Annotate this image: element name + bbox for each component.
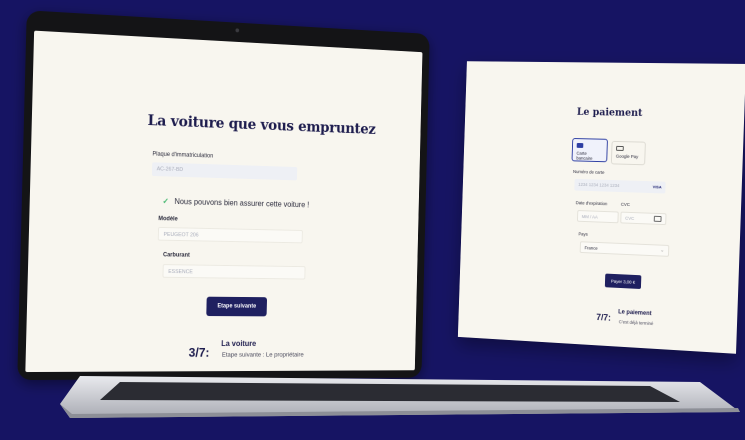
payment-step-sub: C'est déjà terminé — [618, 319, 654, 327]
payment-title: Le paiement — [576, 107, 643, 119]
expiry-input[interactable]: MM / AA — [576, 210, 619, 224]
tab-google-pay-label: Google Pay — [615, 153, 639, 160]
card-number-input[interactable]: 1234 1234 1234 1234 VISA — [574, 178, 666, 194]
card-number-label: Numéro de carte — [572, 169, 605, 175]
model-label: Modèle — [158, 216, 178, 223]
insurance-confirmation-text: Nous pouvons bien assurer cette voiture … — [174, 197, 310, 210]
card-number-placeholder: 1234 1234 1234 1234 — [578, 181, 620, 189]
fuel-label: Carburant — [162, 252, 190, 259]
google-pay-icon — [616, 145, 624, 151]
step-title: La voiture — [221, 339, 257, 348]
step-counter: 3/7: — [188, 345, 210, 360]
payment-step-title: Le paiement — [618, 309, 652, 318]
check-icon: ✓ — [162, 196, 169, 206]
fuel-input[interactable]: ESSENCE — [162, 264, 306, 280]
insurance-confirmation: ✓ Nous pouvons bien assurer cette voiture… — [162, 197, 309, 209]
next-step-button[interactable]: Etape suivante — [206, 296, 268, 317]
payment-step-counter: 7/7: — [596, 312, 612, 323]
step-next-label: Etape suivante : Le propriétaire — [221, 351, 304, 359]
pay-button[interactable]: Payer 3,00 € — [604, 273, 642, 290]
page-title: La voiture que vous empruntez — [147, 111, 376, 138]
cvc-label: CVC — [620, 201, 631, 208]
car-step-form: La voiture que vous empruntez Plaque d'i… — [25, 31, 422, 372]
country-select[interactable]: France ⌄ — [579, 241, 670, 257]
credit-card-icon — [576, 142, 584, 148]
tab-card-label: Carte bancaire — [576, 150, 593, 161]
chevron-down-icon: ⌄ — [660, 247, 665, 254]
expiry-label: Date d'expiration — [575, 200, 608, 207]
plate-label: Plaque d'immatriculation — [152, 151, 214, 160]
laptop-keyboard-deck — [60, 376, 740, 418]
visa-icon: VISA — [652, 184, 662, 190]
plate-input[interactable]: AC-267-BD — [151, 162, 298, 181]
laptop-base — [60, 372, 740, 418]
model-input[interactable]: PEUGEOT 206 — [157, 226, 303, 244]
cvc-placeholder: CVC — [625, 215, 635, 221]
tab-google-pay[interactable]: Google Pay — [610, 140, 646, 166]
country-label: Pays — [578, 231, 588, 237]
laptop-screen: La voiture que vous empruntez Plaque d'i… — [25, 30, 423, 373]
country-value: France — [584, 245, 598, 251]
camera-icon — [235, 28, 240, 33]
cvc-card-icon — [653, 215, 662, 222]
laptop-bezel: La voiture que vous empruntez Plaque d'i… — [17, 10, 430, 381]
tab-card[interactable]: Carte bancaire — [571, 137, 608, 163]
payment-panel: Le paiement Carte bancaire Google Pay Nu… — [457, 61, 745, 354]
cvc-input[interactable]: CVC — [620, 211, 667, 226]
